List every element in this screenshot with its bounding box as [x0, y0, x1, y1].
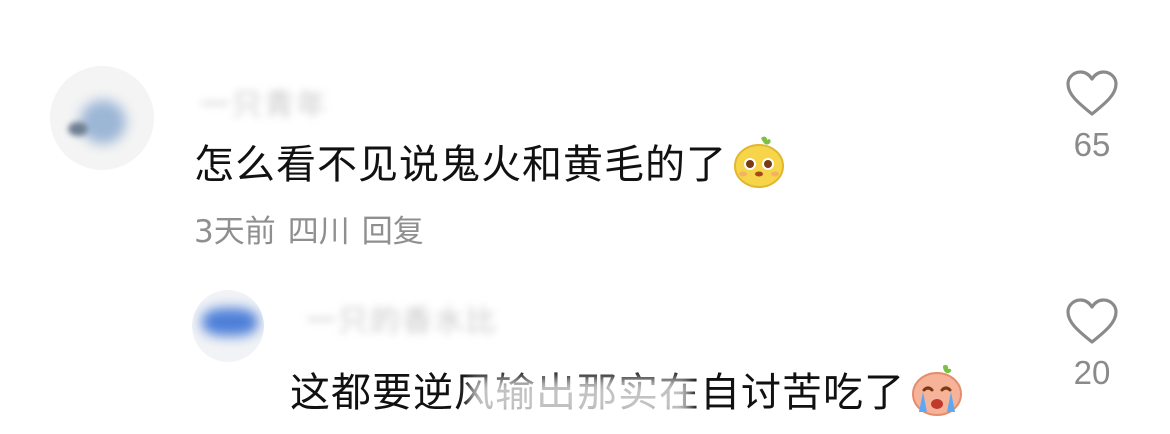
avatar[interactable] — [192, 290, 264, 362]
avatar[interactable] — [50, 66, 154, 170]
heart-icon — [1066, 70, 1118, 116]
reply-item: 一只的香水比 这都要逆风输出那实在自讨苦吃了 20 — [0, 260, 1170, 434]
comment-location: 四川 — [287, 214, 350, 250]
comment-meta: 3天前 四川 回复 — [194, 206, 436, 251]
heart-icon — [1066, 298, 1118, 344]
reply-button[interactable]: 回复 — [362, 214, 424, 250]
yellow-bean-face-emoji-icon — [731, 134, 787, 200]
comment-item: 一只青年 怎么看不见说鬼火和黄毛的了 3天前 四川 回复 65 — [0, 0, 1170, 260]
like-count: 20 — [1073, 354, 1111, 391]
blur-overlay — [470, 378, 690, 418]
comment-text[interactable]: 怎么看不见说鬼火和黄毛的了 — [194, 132, 787, 200]
crying-pink-bean-emoji-icon — [909, 362, 965, 428]
like-button[interactable]: 65 — [1052, 70, 1132, 164]
like-button[interactable]: 20 — [1052, 298, 1132, 392]
username[interactable]: 一只的香水比 — [306, 296, 498, 340]
comment-body: 怎么看不见说鬼火和黄毛的了 — [194, 142, 727, 188]
like-count: 65 — [1073, 126, 1111, 163]
username[interactable]: 一只青年 — [200, 80, 328, 124]
comment-time: 3天前 — [194, 214, 276, 250]
